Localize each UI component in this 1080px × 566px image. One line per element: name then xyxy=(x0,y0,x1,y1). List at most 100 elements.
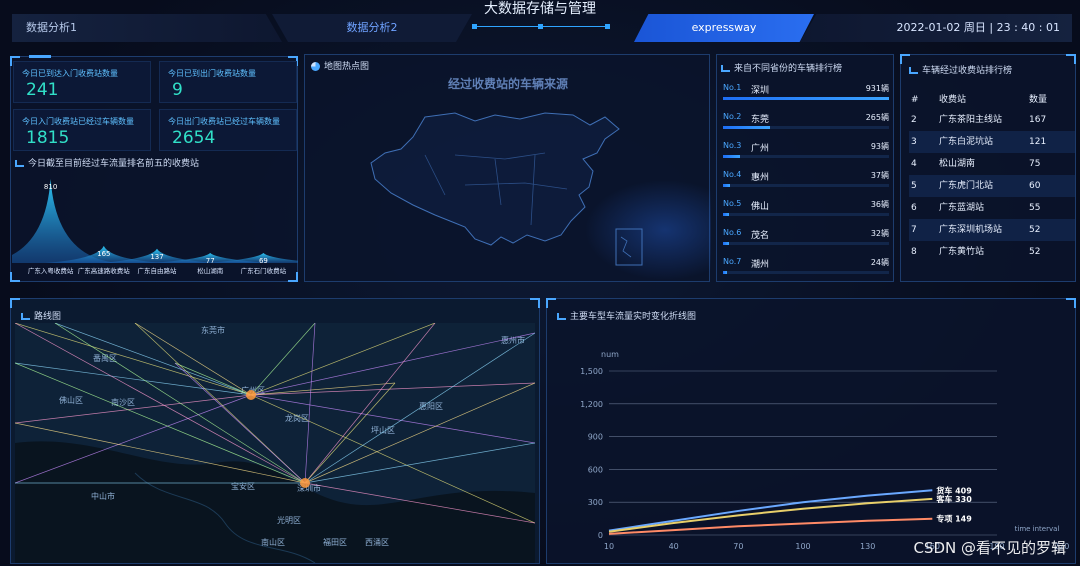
rank-bar xyxy=(723,155,740,158)
china-outline xyxy=(370,112,620,246)
rank-city: 佛山 xyxy=(751,202,770,212)
rank-count: 24辆 xyxy=(870,258,889,267)
route-hub[interactable] xyxy=(246,390,256,400)
list-item[interactable]: No.3 广州 93辆 xyxy=(721,137,891,166)
place-label: 东莞市 xyxy=(201,325,225,335)
stat-label: 今日已到出门收费站数量 xyxy=(168,69,256,78)
rank-city: 广州 xyxy=(751,144,770,154)
rank-number: No.4 xyxy=(723,170,742,179)
series-line xyxy=(608,497,933,533)
list-item[interactable]: No.7 潮州 24辆 xyxy=(721,253,891,282)
spike-category-label: 广东高速路收费站 xyxy=(78,266,131,275)
spike-value-label: 137 xyxy=(150,253,163,261)
rank-bar-track xyxy=(723,126,889,129)
series-end-label: 专项 149 xyxy=(936,514,972,524)
stat-value: 241 xyxy=(26,80,59,100)
spike-value-label: 77 xyxy=(206,257,215,265)
route-map[interactable]: 东莞市惠州市番禺区佛山区南沙区广州区龙岗区坪山区惠阳区宝安区深圳市中山市光明区南… xyxy=(15,323,535,563)
rank-bar xyxy=(723,242,729,245)
rank-city: 深圳 xyxy=(751,86,770,96)
place-label: 佛山区 xyxy=(59,395,83,405)
stat-label: 今日入门收费站已经过车辆数量 xyxy=(22,117,134,126)
route-panel: 路线图 东莞市惠州市番禺区佛山区南沙区广州区龙岗区坪山区惠阳区宝安区深圳市中山市… xyxy=(10,298,540,564)
top-stations-chart: 810 广东入粤收费站 165 广东高速路收费站 137 广东自由路站 77松山湖南 69广东… xyxy=(12,179,298,275)
stat-value: 9 xyxy=(172,80,183,100)
y-tick-label: 300 xyxy=(588,498,603,507)
list-item[interactable]: No.6 茂名 32辆 xyxy=(721,224,891,253)
stat-label: 今日出门收费站已经过车辆数量 xyxy=(168,117,280,126)
page-title: 大数据存储与管理 xyxy=(484,1,596,17)
station-rank-panel: 车辆经过收费站排行榜 # 收费站 数量 2 广东茶阳主线站 167 3 广东白泥坑站 1… xyxy=(900,54,1076,282)
y-tick-label: 600 xyxy=(588,465,603,474)
table-row[interactable]: 8 广东黄竹站 52 xyxy=(909,241,1075,263)
rank-bar-track xyxy=(723,184,889,187)
rank-bar xyxy=(723,184,730,187)
spike-value-label: 810 xyxy=(44,183,57,191)
rank-count: 32辆 xyxy=(870,229,889,238)
top-bar: 数据分析1 数据分析2 大数据存储与管理 expressway 2022-01-… xyxy=(0,0,1080,46)
rank-bar-track xyxy=(723,213,889,216)
tab-expressway[interactable]: expressway xyxy=(634,14,814,42)
table-row[interactable]: 2 广东茶阳主线站 167 xyxy=(909,109,1075,131)
rank-number: No.3 xyxy=(723,141,742,150)
series-end-label: 客车 330 xyxy=(935,494,972,504)
city-rank-panel: 来自不同省份的车辆排行榜 No.1 深圳 931辆 No.2 东莞 265辆 No.3 广州 9… xyxy=(716,54,894,282)
rank-bar-track xyxy=(723,155,889,158)
list-item[interactable]: No.2 东莞 265辆 xyxy=(721,108,891,137)
place-label: 惠州市 xyxy=(501,335,525,345)
place-label: 南沙区 xyxy=(111,397,135,407)
trend-chart: num03006009001,2001,50010 40 70 100 130 160 19… xyxy=(580,350,1069,551)
y-axis-label: num xyxy=(601,350,619,359)
rank-bar xyxy=(723,97,889,100)
table-row[interactable]: 7 广东深圳机场站 52 xyxy=(909,219,1075,241)
datetime-display: 2022-01-02 周日 | 23 : 40 : 01 xyxy=(800,14,1072,42)
route-hub[interactable] xyxy=(300,478,310,488)
rank-count: 36辆 xyxy=(870,200,889,209)
rank-count: 37辆 xyxy=(870,171,889,180)
x-tick-label: 130 xyxy=(860,542,875,551)
stat-exit-stations: 今日已到出门收费站数量 9 xyxy=(159,61,297,103)
x-tick-label: 70 xyxy=(733,542,743,551)
rank-city: 东莞 xyxy=(751,115,770,125)
route-title: 路线图 xyxy=(21,309,61,322)
stat-value: 1815 xyxy=(26,128,70,148)
table-row[interactable]: 3 广东白泥坑站 121 xyxy=(909,131,1075,153)
tab-analysis-2[interactable]: 数据分析2 xyxy=(272,14,472,42)
place-label: 中山市 xyxy=(91,491,115,501)
table-row[interactable]: 4 松山湖南 75 xyxy=(909,153,1075,175)
rank-bar-track xyxy=(723,271,889,274)
y-tick-label: 1,500 xyxy=(580,367,603,376)
trend-panel: 主要车型车流量实时变化折线图 num 0 300 600 900 1,200 1,500 10… xyxy=(546,298,1076,564)
station-rank-title: 车辆经过收费站排行榜 xyxy=(909,63,1012,76)
top-stations-title: 今日截至目前经过车流量排名前五的收费站 xyxy=(15,156,199,169)
tab-analysis-1[interactable]: 数据分析1 xyxy=(12,14,282,42)
list-item[interactable]: No.5 佛山 36辆 xyxy=(721,195,891,224)
x-tick-label: 10 xyxy=(604,542,614,551)
place-label: 南山区 xyxy=(261,537,285,547)
spike-category-label: 广东自由路站 xyxy=(138,266,178,275)
spike-category-label: 广东石门收费站 xyxy=(241,266,287,275)
rank-number: No.1 xyxy=(723,83,742,92)
series-line xyxy=(608,517,933,535)
stat-entry-vehicles: 今日入门收费站已经过车辆数量 1815 xyxy=(13,109,151,151)
rank-city: 惠州 xyxy=(751,173,770,183)
list-icon xyxy=(15,160,24,167)
spike-value-label: 165 xyxy=(97,250,110,258)
list-item[interactable]: No.4 惠州 37辆 xyxy=(721,166,891,195)
y-tick-label: 1,200 xyxy=(580,400,603,409)
place-label: 福田区 xyxy=(323,538,347,547)
table-row[interactable]: 6 广东蓝湖站 55 xyxy=(909,197,1075,219)
stat-label: 今日已到达入门收费站数量 xyxy=(22,69,118,78)
china-map[interactable] xyxy=(305,55,711,283)
watermark: CSDN @看不见的罗辑 xyxy=(913,539,1066,557)
list-item[interactable]: No.1 深圳 931辆 xyxy=(721,79,891,108)
y-tick-label: 0 xyxy=(598,531,603,540)
rank-bar xyxy=(723,213,730,216)
spike-category-label: 广东入粤收费站 xyxy=(28,266,74,275)
table-header: # 收费站 数量 xyxy=(911,95,1048,105)
chart-icon xyxy=(21,313,30,320)
stat-entry-stations: 今日已到达入门收费站数量 241 xyxy=(13,61,151,103)
table-row[interactable]: 5 广东虎门北站 60 xyxy=(909,175,1075,197)
rank-bar xyxy=(723,126,771,129)
place-label: 番禺区 xyxy=(93,353,117,363)
